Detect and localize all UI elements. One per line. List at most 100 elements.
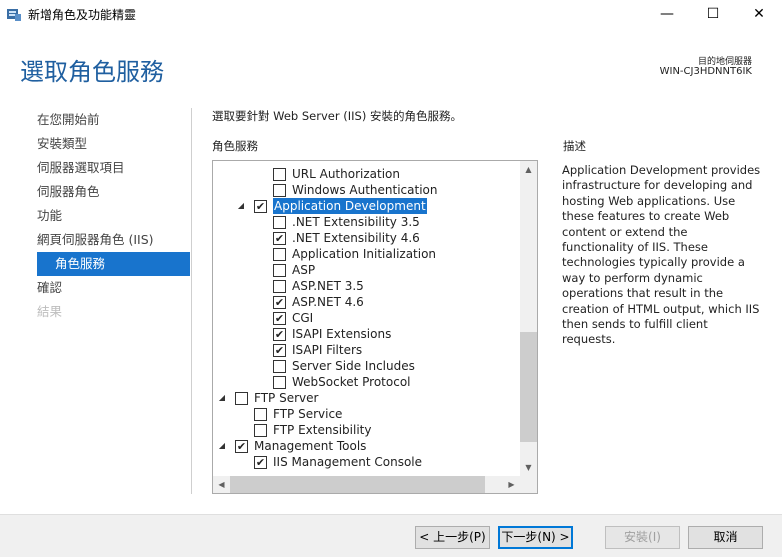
tree-item-label: Application Development xyxy=(273,198,427,214)
checkbox[interactable] xyxy=(273,359,286,373)
tree-item-label: ISAPI Extensions xyxy=(292,327,392,341)
checkbox[interactable]: ✔ xyxy=(273,295,286,309)
nav-item-confirmation[interactable]: 確認 xyxy=(37,276,62,300)
nav-item-server-selection[interactable]: 伺服器選取項目 xyxy=(37,156,125,180)
tree-item-label: Management Tools xyxy=(254,439,367,453)
checkbox[interactable] xyxy=(273,247,286,261)
collapse-arrow-icon[interactable]: ◢ xyxy=(236,201,246,210)
wizard-footer: < 上一步(P) 下一步(N) > 安裝(I) 取消 xyxy=(0,514,782,557)
previous-button[interactable]: < 上一步(P) xyxy=(415,526,490,549)
nav-item-role-services[interactable]: 角色服務 xyxy=(37,252,190,276)
close-button[interactable]: ✕ xyxy=(736,0,782,28)
checkbox[interactable]: ✔ xyxy=(273,327,286,341)
tree-item-label: ASP xyxy=(292,263,316,277)
destination-server-name: WIN-CJ3HDNNT6IK xyxy=(659,66,752,77)
maximize-icon: ☐ xyxy=(706,6,720,22)
check-icon: ✔ xyxy=(255,199,266,213)
minimize-button[interactable]: — xyxy=(644,0,690,28)
checkbox[interactable] xyxy=(273,375,286,389)
nav-item-results: 結果 xyxy=(37,304,63,319)
tree-item-net-extensibility-46[interactable]: ✔ .NET Extensibility 4.6 xyxy=(273,230,420,246)
window-title: 新增角色及功能精靈 xyxy=(28,8,137,22)
checkbox[interactable] xyxy=(273,279,286,293)
server-manager-icon xyxy=(7,9,21,21)
tree-item-label: FTP Service xyxy=(273,407,343,421)
tree-item-url-authorization[interactable]: URL Authorization xyxy=(273,166,400,182)
tree-item-label: .NET Extensibility 4.6 xyxy=(292,231,420,245)
tree-item-label: FTP Extensibility xyxy=(273,423,372,437)
scroll-up-icon[interactable]: ▲ xyxy=(520,161,537,178)
tree-item-iis-management-console[interactable]: ✔ IIS Management Console xyxy=(254,454,422,470)
close-icon: ✕ xyxy=(753,6,765,22)
nav-item-features[interactable]: 功能 xyxy=(37,204,62,228)
tree-item-aspnet-46[interactable]: ✔ ASP.NET 4.6 xyxy=(273,294,364,310)
nav-item-installation-type[interactable]: 安裝類型 xyxy=(37,132,87,156)
tree-item-net-extensibility-35[interactable]: .NET Extensibility 3.5 xyxy=(273,214,420,230)
checkbox[interactable] xyxy=(254,407,267,421)
tree-item-asp[interactable]: ASP xyxy=(273,262,315,278)
tree-item-aspnet-35[interactable]: ASP.NET 3.5 xyxy=(273,278,364,294)
tree-item-isapi-filters[interactable]: ✔ ISAPI Filters xyxy=(273,342,362,358)
scroll-left-icon[interactable]: ◀ xyxy=(213,476,230,493)
minimize-icon: — xyxy=(660,6,674,22)
vertical-scroll-thumb[interactable] xyxy=(520,332,537,442)
check-icon: ✔ xyxy=(274,327,285,341)
checkbox[interactable]: ✔ xyxy=(235,439,248,453)
checkbox[interactable] xyxy=(254,423,267,437)
tree-item-label: FTP Server xyxy=(254,391,319,405)
scroll-right-icon[interactable]: ▶ xyxy=(503,476,520,493)
checkbox[interactable] xyxy=(273,263,286,277)
tree-item-windows-authentication[interactable]: Windows Authentication xyxy=(273,182,437,198)
tree-item-server-side-includes[interactable]: Server Side Includes xyxy=(273,358,415,374)
role-services-tree[interactable]: URL Authorization Windows Authentication… xyxy=(212,160,538,494)
checkbox[interactable]: ✔ xyxy=(254,455,267,469)
tree-item-label: ISAPI Filters xyxy=(292,343,363,357)
tree-item-websocket-protocol[interactable]: WebSocket Protocol xyxy=(273,374,411,390)
checkbox[interactable] xyxy=(273,183,286,197)
nav-divider xyxy=(191,108,192,494)
collapse-arrow-icon[interactable]: ◢ xyxy=(217,393,227,402)
nav-item-web-server-role[interactable]: 網頁伺服器角色 (IIS) xyxy=(37,228,154,252)
description-text: Application Development provides infrast… xyxy=(562,163,761,347)
page-title: 選取角色服務 xyxy=(20,58,164,86)
scroll-down-icon[interactable]: ▼ xyxy=(520,459,537,476)
title-bar: 新增角色及功能精靈 — ☐ ✕ xyxy=(0,0,782,28)
tree-item-label: WebSocket Protocol xyxy=(292,375,411,389)
checkbox[interactable]: ✔ xyxy=(273,231,286,245)
tree-item-label: ASP.NET 4.6 xyxy=(292,295,364,309)
tree-item-application-development[interactable]: ✔ Application Development xyxy=(254,198,427,214)
collapse-arrow-icon[interactable]: ◢ xyxy=(217,441,227,450)
tree-item-isapi-extensions[interactable]: ✔ ISAPI Extensions xyxy=(273,326,391,342)
tree-item-label: Server Side Includes xyxy=(292,359,415,373)
horizontal-scroll-thumb[interactable] xyxy=(230,476,485,493)
cancel-button[interactable]: 取消 xyxy=(688,526,763,549)
tree-item-management-tools[interactable]: ✔ Management Tools xyxy=(235,438,366,454)
tree-item-label: .NET Extensibility 3.5 xyxy=(292,215,420,229)
next-button[interactable]: 下一步(N) > xyxy=(498,526,573,549)
wizard-header: 選取角色服務 目的地伺服器 WIN-CJ3HDNNT6IK xyxy=(0,28,782,96)
tree-item-ftp-extensibility[interactable]: FTP Extensibility xyxy=(254,422,371,438)
tree-item-label: Windows Authentication xyxy=(292,183,438,197)
checkbox[interactable] xyxy=(273,215,286,229)
scrollbar-corner xyxy=(520,476,537,493)
checkbox[interactable] xyxy=(273,167,286,181)
tree-item-cgi[interactable]: ✔ CGI xyxy=(273,310,313,326)
nav-item-before-you-begin[interactable]: 在您開始前 xyxy=(37,108,100,132)
role-services-heading: 角色服務 xyxy=(212,139,258,153)
tree-item-ftp-server[interactable]: FTP Server xyxy=(235,390,318,406)
tree-item-label: URL Authorization xyxy=(292,167,400,181)
nav-item-server-roles[interactable]: 伺服器角色 xyxy=(37,180,100,204)
checkbox[interactable] xyxy=(235,391,248,405)
check-icon: ✔ xyxy=(274,311,285,325)
maximize-button[interactable]: ☐ xyxy=(690,0,736,28)
tree-item-label: Application Initialization xyxy=(292,247,437,261)
checkbox[interactable]: ✔ xyxy=(273,343,286,357)
check-icon: ✔ xyxy=(236,439,247,453)
checkbox[interactable]: ✔ xyxy=(273,311,286,325)
check-icon: ✔ xyxy=(274,295,285,309)
tree-item-application-initialization[interactable]: Application Initialization xyxy=(273,246,436,262)
instruction-text: 選取要針對 Web Server (IIS) 安裝的角色服務。 xyxy=(212,109,462,123)
tree-item-ftp-service[interactable]: FTP Service xyxy=(254,406,342,422)
description-heading: 描述 xyxy=(563,139,586,153)
checkbox[interactable]: ✔ xyxy=(254,199,267,213)
